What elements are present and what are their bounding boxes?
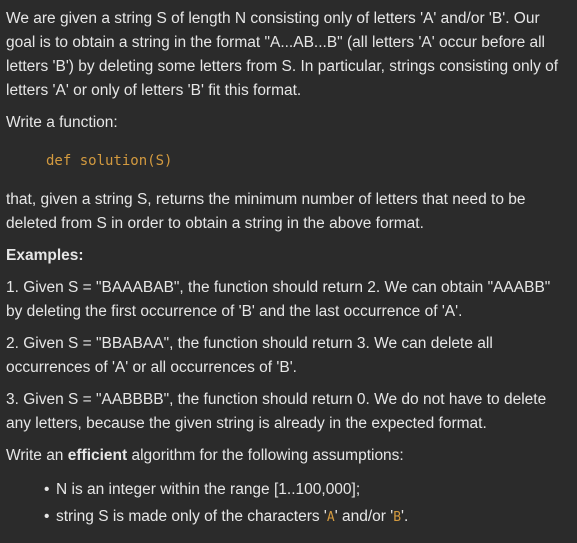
example-3: 3. Given S = "AABBBB", the function shou… [6, 391, 547, 432]
function-signature-code: def solution(S) [46, 153, 173, 169]
assumption-text-part: string S is made only of the characters … [56, 508, 327, 525]
examples-heading: Examples: [6, 247, 84, 264]
problem-statement: We are given a string S of length N cons… [0, 0, 577, 530]
assumption-item: • string S is made only of the character… [44, 505, 569, 530]
description-paragraph: that, given a string S, returns the mini… [6, 191, 526, 232]
bullet-icon: • [44, 481, 50, 498]
efficient-word: efficient [67, 447, 128, 464]
inline-code-a: A [326, 510, 335, 525]
assumption-text: N is an integer within the range [1..100… [56, 481, 361, 498]
example-2: 2. Given S = "BBABAA", the function shou… [6, 335, 493, 376]
assumption-item: • N is an integer within the range [1..1… [44, 478, 569, 502]
assumption-text-part: ' and/or ' [334, 508, 394, 525]
inline-code-b: B [393, 510, 402, 525]
efficiency-text-before: Write an [6, 447, 68, 464]
intro-paragraph: We are given a string S of length N cons… [6, 10, 559, 99]
example-1: 1. Given S = "BAAABAB", the function sho… [6, 279, 551, 320]
bullet-icon: • [44, 508, 50, 525]
efficiency-text-after: algorithm for the following assumptions: [127, 447, 404, 464]
assumption-text-part: '. [401, 508, 409, 525]
assumptions-list: • N is an integer within the range [1..1… [6, 478, 569, 530]
write-function-text: Write a function: [6, 114, 118, 131]
efficiency-paragraph: Write an efficient algorithm for the fol… [6, 444, 569, 468]
